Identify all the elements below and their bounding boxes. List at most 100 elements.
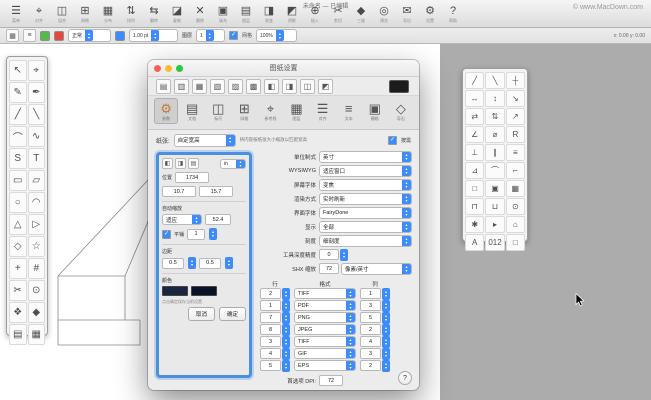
toolbar-button[interactable]: ◆ 三维 bbox=[351, 5, 371, 23]
drawing-tool-button[interactable]: ▦ bbox=[28, 324, 46, 345]
drawing-tool-button[interactable]: ✎ bbox=[9, 82, 27, 103]
grid-left-field[interactable]: 7 bbox=[260, 312, 281, 323]
margin-side-field[interactable]: 0.5 bbox=[199, 258, 221, 269]
dimension-tool-button[interactable]: ∥ bbox=[485, 144, 504, 161]
grid-left-field[interactable]: 1 bbox=[260, 300, 281, 311]
settings-popup[interactable]: 适应窗口 bbox=[319, 165, 412, 177]
dimension-tool-button[interactable]: ⇄ bbox=[465, 108, 484, 125]
dimension-tool-button[interactable]: R bbox=[506, 126, 525, 143]
dimension-tool-button[interactable]: ⊥ bbox=[465, 144, 484, 161]
toolbar-button[interactable]: ⚙ 设置 bbox=[420, 5, 440, 23]
unit-popup[interactable]: in bbox=[220, 159, 246, 169]
grid-right-field[interactable]: 1 bbox=[360, 288, 381, 299]
view-mode-icon[interactable]: ▦ bbox=[6, 29, 19, 42]
grid-left-stepper[interactable] bbox=[282, 336, 290, 348]
dialog-tab[interactable]: ⊞ 网格 bbox=[232, 98, 256, 124]
grid-left-stepper[interactable] bbox=[282, 360, 290, 372]
cancel-button[interactable]: 取消 bbox=[188, 307, 215, 321]
dimension-tool-button[interactable]: ⌀ bbox=[485, 126, 504, 143]
margin-top-stepper[interactable] bbox=[188, 257, 196, 269]
grid-left-stepper[interactable] bbox=[282, 324, 290, 336]
grid-checkbox[interactable] bbox=[229, 31, 238, 40]
toolbar-button[interactable]: ☰ 菜单 bbox=[6, 5, 26, 23]
grid-format-popup[interactable]: PDF bbox=[294, 300, 356, 311]
grid-format-popup[interactable]: GIF bbox=[294, 348, 356, 359]
minitool-button[interactable]: ▨ bbox=[228, 79, 243, 94]
dimension-tool-button[interactable]: ∠ bbox=[465, 126, 484, 143]
grid-right-field[interactable]: 3 bbox=[360, 348, 381, 359]
grid-format-popup[interactable]: TIFF bbox=[294, 336, 356, 347]
drawing-tool-button[interactable]: ◇ bbox=[9, 236, 27, 257]
settings-popup[interactable]: FairyDone bbox=[319, 207, 412, 219]
drawing-tool-button[interactable]: ◠ bbox=[28, 192, 46, 213]
dialog-tab[interactable]: ☰ 对齐 bbox=[311, 98, 335, 124]
grid-right-stepper[interactable] bbox=[382, 360, 390, 372]
minitool-button[interactable]: ▤ bbox=[156, 79, 171, 94]
preview-tool-icon[interactable]: ▤ bbox=[188, 158, 199, 169]
drawing-tool-button[interactable]: + bbox=[9, 258, 27, 279]
fill-color-chip[interactable] bbox=[115, 31, 125, 41]
scale-popup[interactable]: 适应 bbox=[162, 214, 202, 225]
inspector-preview-panel[interactable]: ◧ ◨ ▤ in 位置 1734 10.7 15.7 自动缩放 bbox=[156, 152, 252, 378]
style-popup[interactable]: 正常 bbox=[68, 29, 111, 42]
grid-left-field[interactable]: 8 bbox=[260, 324, 281, 335]
grid-format-popup[interactable]: EPS bbox=[294, 360, 356, 371]
toolbar-button[interactable]: ▤ 图层 bbox=[236, 5, 256, 23]
grid-left-stepper[interactable] bbox=[282, 288, 290, 300]
minitool-button[interactable]: ▧ bbox=[210, 79, 225, 94]
grid-right-field[interactable]: 2 bbox=[360, 360, 381, 371]
grid-left-field[interactable]: 4 bbox=[260, 348, 281, 359]
drawing-tool-button[interactable]: ✒ bbox=[28, 82, 46, 103]
drawing-tool-button[interactable]: S bbox=[9, 148, 27, 169]
dimension-tool-button[interactable]: ▸ bbox=[485, 216, 504, 233]
drawing-tool-button[interactable]: ▱ bbox=[28, 170, 46, 191]
toolbar-button[interactable]: ✕ 删除 bbox=[190, 5, 210, 23]
toolbar-button[interactable]: ◨ 渐变 bbox=[259, 5, 279, 23]
dimension-tool-button[interactable]: □ bbox=[506, 234, 525, 251]
dialog-tab[interactable]: ⌖ 参考线 bbox=[258, 98, 282, 124]
dialog-tab[interactable]: ⚙ 参数 bbox=[154, 98, 178, 124]
drawing-tool-button[interactable]: ⌖ bbox=[28, 60, 46, 81]
paper-size-popup[interactable]: 自定宽高 bbox=[174, 134, 236, 147]
minimize-button[interactable] bbox=[165, 65, 172, 72]
line-width-popup[interactable]: 1.00 pt bbox=[129, 29, 178, 42]
grid-right-stepper[interactable] bbox=[382, 348, 390, 360]
toolbar-button[interactable]: ◪ 复制 bbox=[167, 5, 187, 23]
tile-checkbox[interactable] bbox=[162, 230, 171, 239]
grid-left-stepper[interactable] bbox=[282, 312, 290, 324]
drawing-tool-button[interactable]: ∿ bbox=[28, 126, 46, 147]
dimension-tool-button[interactable]: ╱ bbox=[465, 72, 484, 89]
dialog-titlebar[interactable]: 图纸设置 bbox=[148, 60, 419, 77]
scale-field[interactable]: 52.4 bbox=[205, 214, 231, 225]
color-swatch[interactable] bbox=[389, 80, 409, 93]
minitool-button[interactable]: ▥ bbox=[174, 79, 189, 94]
dimension-tool-button[interactable]: A bbox=[465, 234, 484, 251]
minitool-button[interactable]: ◫ bbox=[300, 79, 315, 94]
tile-stepper[interactable] bbox=[209, 228, 217, 240]
drawing-tool-button[interactable]: ◆ bbox=[28, 302, 46, 323]
toolbar-button[interactable]: ⊞ 网格 bbox=[75, 5, 95, 23]
drawing-tool-button[interactable]: ╱ bbox=[9, 104, 27, 125]
drawing-tool-button[interactable]: ⌒ bbox=[9, 126, 27, 147]
dialog-tab[interactable]: ▦ 图层 bbox=[284, 98, 308, 124]
dimension-tool-button[interactable]: ▦ bbox=[506, 180, 525, 197]
dimension-tool-button[interactable]: ⊿ bbox=[465, 162, 484, 179]
dialog-tab[interactable]: ◇ 导出 bbox=[389, 98, 413, 124]
warning-color-chip[interactable] bbox=[54, 31, 64, 41]
dimension-tool-button[interactable]: 012 bbox=[485, 234, 504, 251]
dimension-tool-button[interactable]: ⌂ bbox=[506, 216, 525, 233]
tool-depth-stepper[interactable] bbox=[340, 249, 348, 261]
grid-format-popup[interactable]: PNG bbox=[294, 312, 356, 323]
tile-field[interactable]: 1 bbox=[187, 229, 205, 240]
minitool-button[interactable]: ▦ bbox=[192, 79, 207, 94]
drawing-tool-button[interactable]: ⊙ bbox=[28, 280, 46, 301]
dialog-tab[interactable]: ≡ 文本 bbox=[337, 98, 361, 124]
drawing-tool-button[interactable]: ▤ bbox=[9, 324, 27, 345]
dimension-tool-button[interactable]: ≡ bbox=[506, 144, 525, 161]
dimension-tool-button[interactable]: ⇅ bbox=[485, 108, 504, 125]
grid-right-stepper[interactable] bbox=[382, 300, 390, 312]
dimension-tool-button[interactable]: ⊓ bbox=[465, 198, 484, 215]
grid-right-stepper[interactable] bbox=[382, 288, 390, 300]
dimension-tool-button[interactable]: ↕ bbox=[485, 90, 504, 107]
height-field[interactable]: 15.7 bbox=[199, 186, 233, 197]
